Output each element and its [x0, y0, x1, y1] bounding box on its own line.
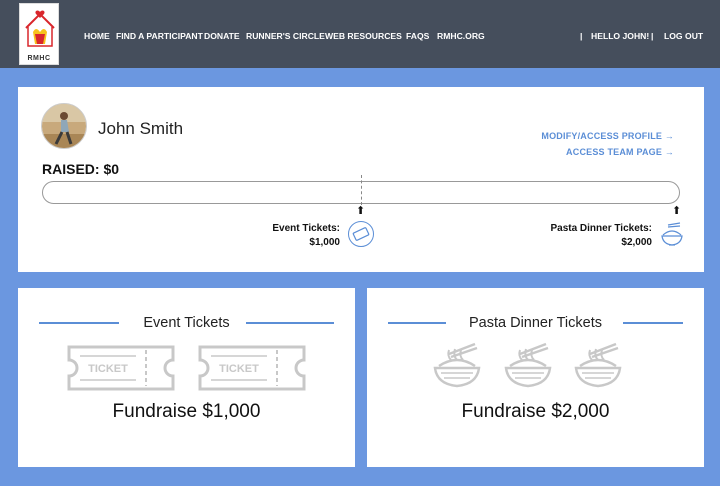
goal-amount: Fundraise $1,000: [112, 401, 261, 422]
raised-amount: RAISED: $0: [42, 161, 120, 177]
modify-profile-link[interactable]: MODIFY/ACCESS PROFILE →: [541, 131, 674, 141]
nav-rmhc-org[interactable]: RMHC.ORG: [437, 31, 485, 41]
ticket-icon: TICKET: [67, 345, 175, 391]
nav-runners-circle[interactable]: RUNNER'S CIRCLE: [246, 31, 325, 41]
goal-title: Pasta Dinner Tickets: [469, 315, 602, 331]
nav-logout[interactable]: LOG OUT: [664, 31, 703, 41]
rmhc-logo[interactable]: RMHC: [19, 3, 59, 65]
goal-title: Event Tickets: [143, 315, 230, 331]
pasta-dinner-card: Pasta Dinner Tickets Fundraise $2,000: [367, 288, 704, 467]
profile-card: John Smith RAISED: $0 MODIFY/ACCESS PROF…: [18, 87, 704, 272]
pasta-bowl-icon: [574, 342, 622, 388]
nav-separator: |: [651, 31, 654, 41]
runner-photo-icon: [42, 104, 86, 148]
milestone-amount: $2,000: [621, 237, 652, 248]
ticket-icon: [348, 221, 374, 247]
nav-faqs[interactable]: FAQS: [406, 31, 429, 41]
arrow-up-icon: ⬆: [672, 205, 682, 217]
participant-name: John Smith: [98, 119, 184, 138]
house-heart-icon: [25, 10, 55, 47]
milestone-label: Event Tickets:: [272, 223, 340, 234]
milestone-event-tickets: Event Tickets: $1,000: [272, 222, 340, 250]
pasta-bowl-icon: [504, 342, 552, 388]
ticket-text: TICKET: [219, 363, 259, 375]
top-navigation: RMHC HOME FIND A PARTICIPANT DONATE RUNN…: [0, 0, 720, 68]
ticket-icon: TICKET: [198, 345, 306, 391]
team-page-link[interactable]: ACCESS TEAM PAGE →: [566, 147, 674, 157]
nav-home[interactable]: HOME: [84, 31, 110, 41]
nav-greeting[interactable]: HELLO JOHN!: [591, 31, 649, 41]
avatar: [41, 103, 87, 149]
nav-find-participant[interactable]: FIND A PARTICIPANT: [116, 31, 203, 41]
nav-donate[interactable]: DONATE: [204, 31, 240, 41]
milestone-label: Pasta Dinner Tickets:: [550, 223, 652, 234]
pasta-bowl-icon: [433, 342, 481, 388]
nav-separator: |: [580, 31, 583, 41]
goal-amount: Fundraise $2,000: [461, 401, 610, 422]
milestone-pasta-dinner: Pasta Dinner Tickets: $2,000: [550, 222, 652, 250]
ticket-text: TICKET: [88, 363, 128, 375]
event-tickets-card: Event Tickets TICKET TICKET Fundraise $1…: [18, 288, 355, 467]
arrow-up-icon: ⬆: [356, 205, 366, 217]
milestone-marker: [361, 175, 362, 205]
pasta-bowl-icon: [658, 221, 686, 249]
logo-text: RMHC: [27, 55, 51, 62]
milestone-amount: $1,000: [309, 237, 340, 248]
nav-web-resources[interactable]: WEB RESOURCES: [325, 31, 402, 41]
